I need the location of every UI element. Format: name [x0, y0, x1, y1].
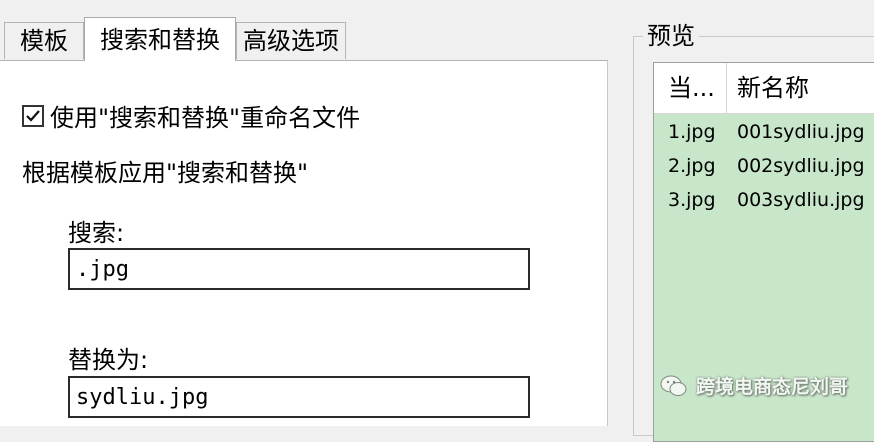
tab-search-replace[interactable]: 搜索和替换: [84, 17, 236, 61]
preview-list-header: 当... 新名称: [654, 63, 874, 114]
use-search-replace-checkbox[interactable]: [22, 104, 44, 127]
list-item[interactable]: 3.jpg 003sydliu.jpg: [654, 183, 874, 217]
search-input[interactable]: [68, 248, 530, 290]
watermark: 跨境电商态尼刘哥: [660, 372, 848, 399]
tab-template[interactable]: 模板: [4, 22, 84, 59]
new-name: 002sydliu.jpg: [737, 155, 865, 177]
replace-input[interactable]: [68, 376, 530, 418]
replace-label: 替换为:: [68, 346, 149, 374]
new-name: 001sydliu.jpg: [737, 121, 865, 143]
current-name: 3.jpg: [668, 189, 716, 211]
use-search-replace-label: 使用"搜索和替换"重命名文件: [50, 104, 361, 132]
current-name: 2.jpg: [668, 155, 716, 177]
tab-strip: 模板 搜索和替换 高级选项: [0, 0, 612, 61]
list-item[interactable]: 2.jpg 002sydliu.jpg: [654, 149, 874, 183]
tab-advanced-options[interactable]: 高级选项: [236, 22, 346, 59]
checkmark-icon: [26, 109, 40, 122]
use-search-replace-option[interactable]: 使用"搜索和替换"重命名文件: [22, 98, 360, 133]
new-name: 003sydliu.jpg: [737, 189, 865, 211]
apply-by-template-description: 根据模板应用"搜索和替换": [22, 159, 309, 187]
wechat-icon: [660, 375, 687, 396]
list-item[interactable]: 1.jpg 001sydliu.jpg: [654, 115, 874, 149]
preview-title: 预览: [643, 22, 699, 50]
search-replace-tab-page: 使用"搜索和替换"重命名文件 根据模板应用"搜索和替换" 搜索: 替换为:: [0, 60, 608, 426]
current-name: 1.jpg: [668, 121, 716, 143]
column-header-current[interactable]: 当...: [668, 63, 727, 113]
search-label: 搜索:: [68, 219, 125, 247]
column-header-new-name[interactable]: 新名称: [737, 63, 874, 113]
watermark-text: 跨境电商态尼刘哥: [696, 376, 849, 398]
